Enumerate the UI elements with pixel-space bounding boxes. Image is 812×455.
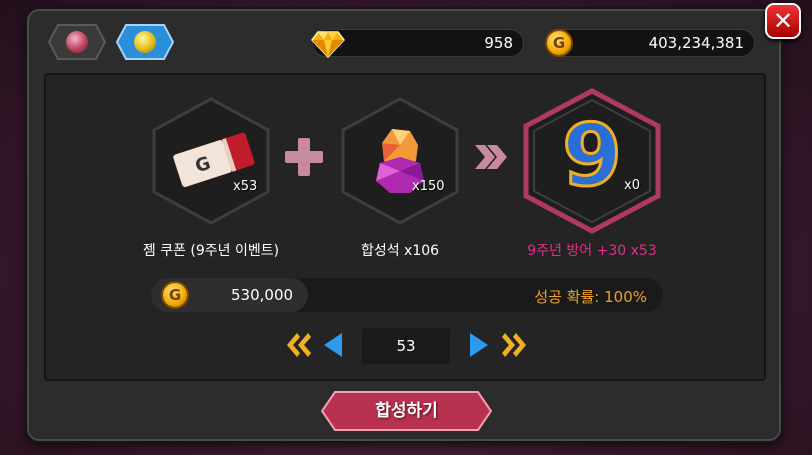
cost-row: G 530,000 성공 확률: 100% bbox=[151, 278, 663, 312]
page-number[interactable]: 53 bbox=[362, 328, 450, 364]
ingredient2-name: 합성석 x106 bbox=[360, 243, 440, 259]
tab-ruby[interactable] bbox=[48, 24, 106, 60]
result-count: x0 bbox=[624, 178, 640, 193]
synthesis-price: 530,000 bbox=[231, 286, 294, 304]
gem-count: 958 bbox=[484, 34, 513, 52]
gold-balance: G 403,234,381 bbox=[545, 29, 755, 57]
success-rate: 성공 확률: 100% bbox=[534, 288, 647, 306]
close-button[interactable]: ✕ bbox=[765, 3, 801, 39]
ingredient1-count: x53 bbox=[233, 179, 258, 194]
diamond-icon bbox=[311, 31, 345, 58]
synthesize-label: 합성하기 bbox=[375, 401, 438, 421]
gold-count: 403,234,381 bbox=[648, 34, 744, 52]
next-page-button[interactable] bbox=[468, 331, 490, 359]
result-name: 9주년 방어 +30 x53 bbox=[527, 243, 657, 259]
ingredient1-name: 젬 쿠폰 (9주년 이벤트) bbox=[142, 243, 280, 259]
ingredient-slot-1[interactable]: G x53 bbox=[151, 97, 271, 225]
result-slot[interactable]: 9 x0 bbox=[522, 88, 662, 234]
tab-lemon[interactable] bbox=[116, 24, 174, 60]
prev-page-button[interactable] bbox=[322, 331, 344, 359]
gem-coupon-ticket-icon: G bbox=[173, 132, 255, 187]
ingredient2-count: x150 bbox=[412, 179, 445, 194]
price-box: G 530,000 bbox=[151, 278, 308, 312]
gold-coin-icon: G bbox=[545, 29, 573, 57]
double-chevron-right-icon bbox=[475, 145, 507, 169]
close-icon: ✕ bbox=[772, 7, 794, 35]
last-page-button[interactable] bbox=[502, 331, 528, 359]
plus-icon bbox=[285, 138, 323, 176]
lemon-gem-icon bbox=[134, 31, 156, 53]
gold-coin-icon: G bbox=[161, 281, 189, 309]
gem-balance: 958 bbox=[311, 29, 524, 58]
synthesize-button[interactable]: 합성하기 bbox=[320, 391, 493, 431]
number-nine-gem-icon: 9 bbox=[561, 105, 624, 208]
ruby-gem-icon bbox=[66, 31, 88, 53]
first-page-button[interactable] bbox=[285, 331, 311, 359]
ingredient-slot-2[interactable]: x150 bbox=[340, 97, 460, 225]
